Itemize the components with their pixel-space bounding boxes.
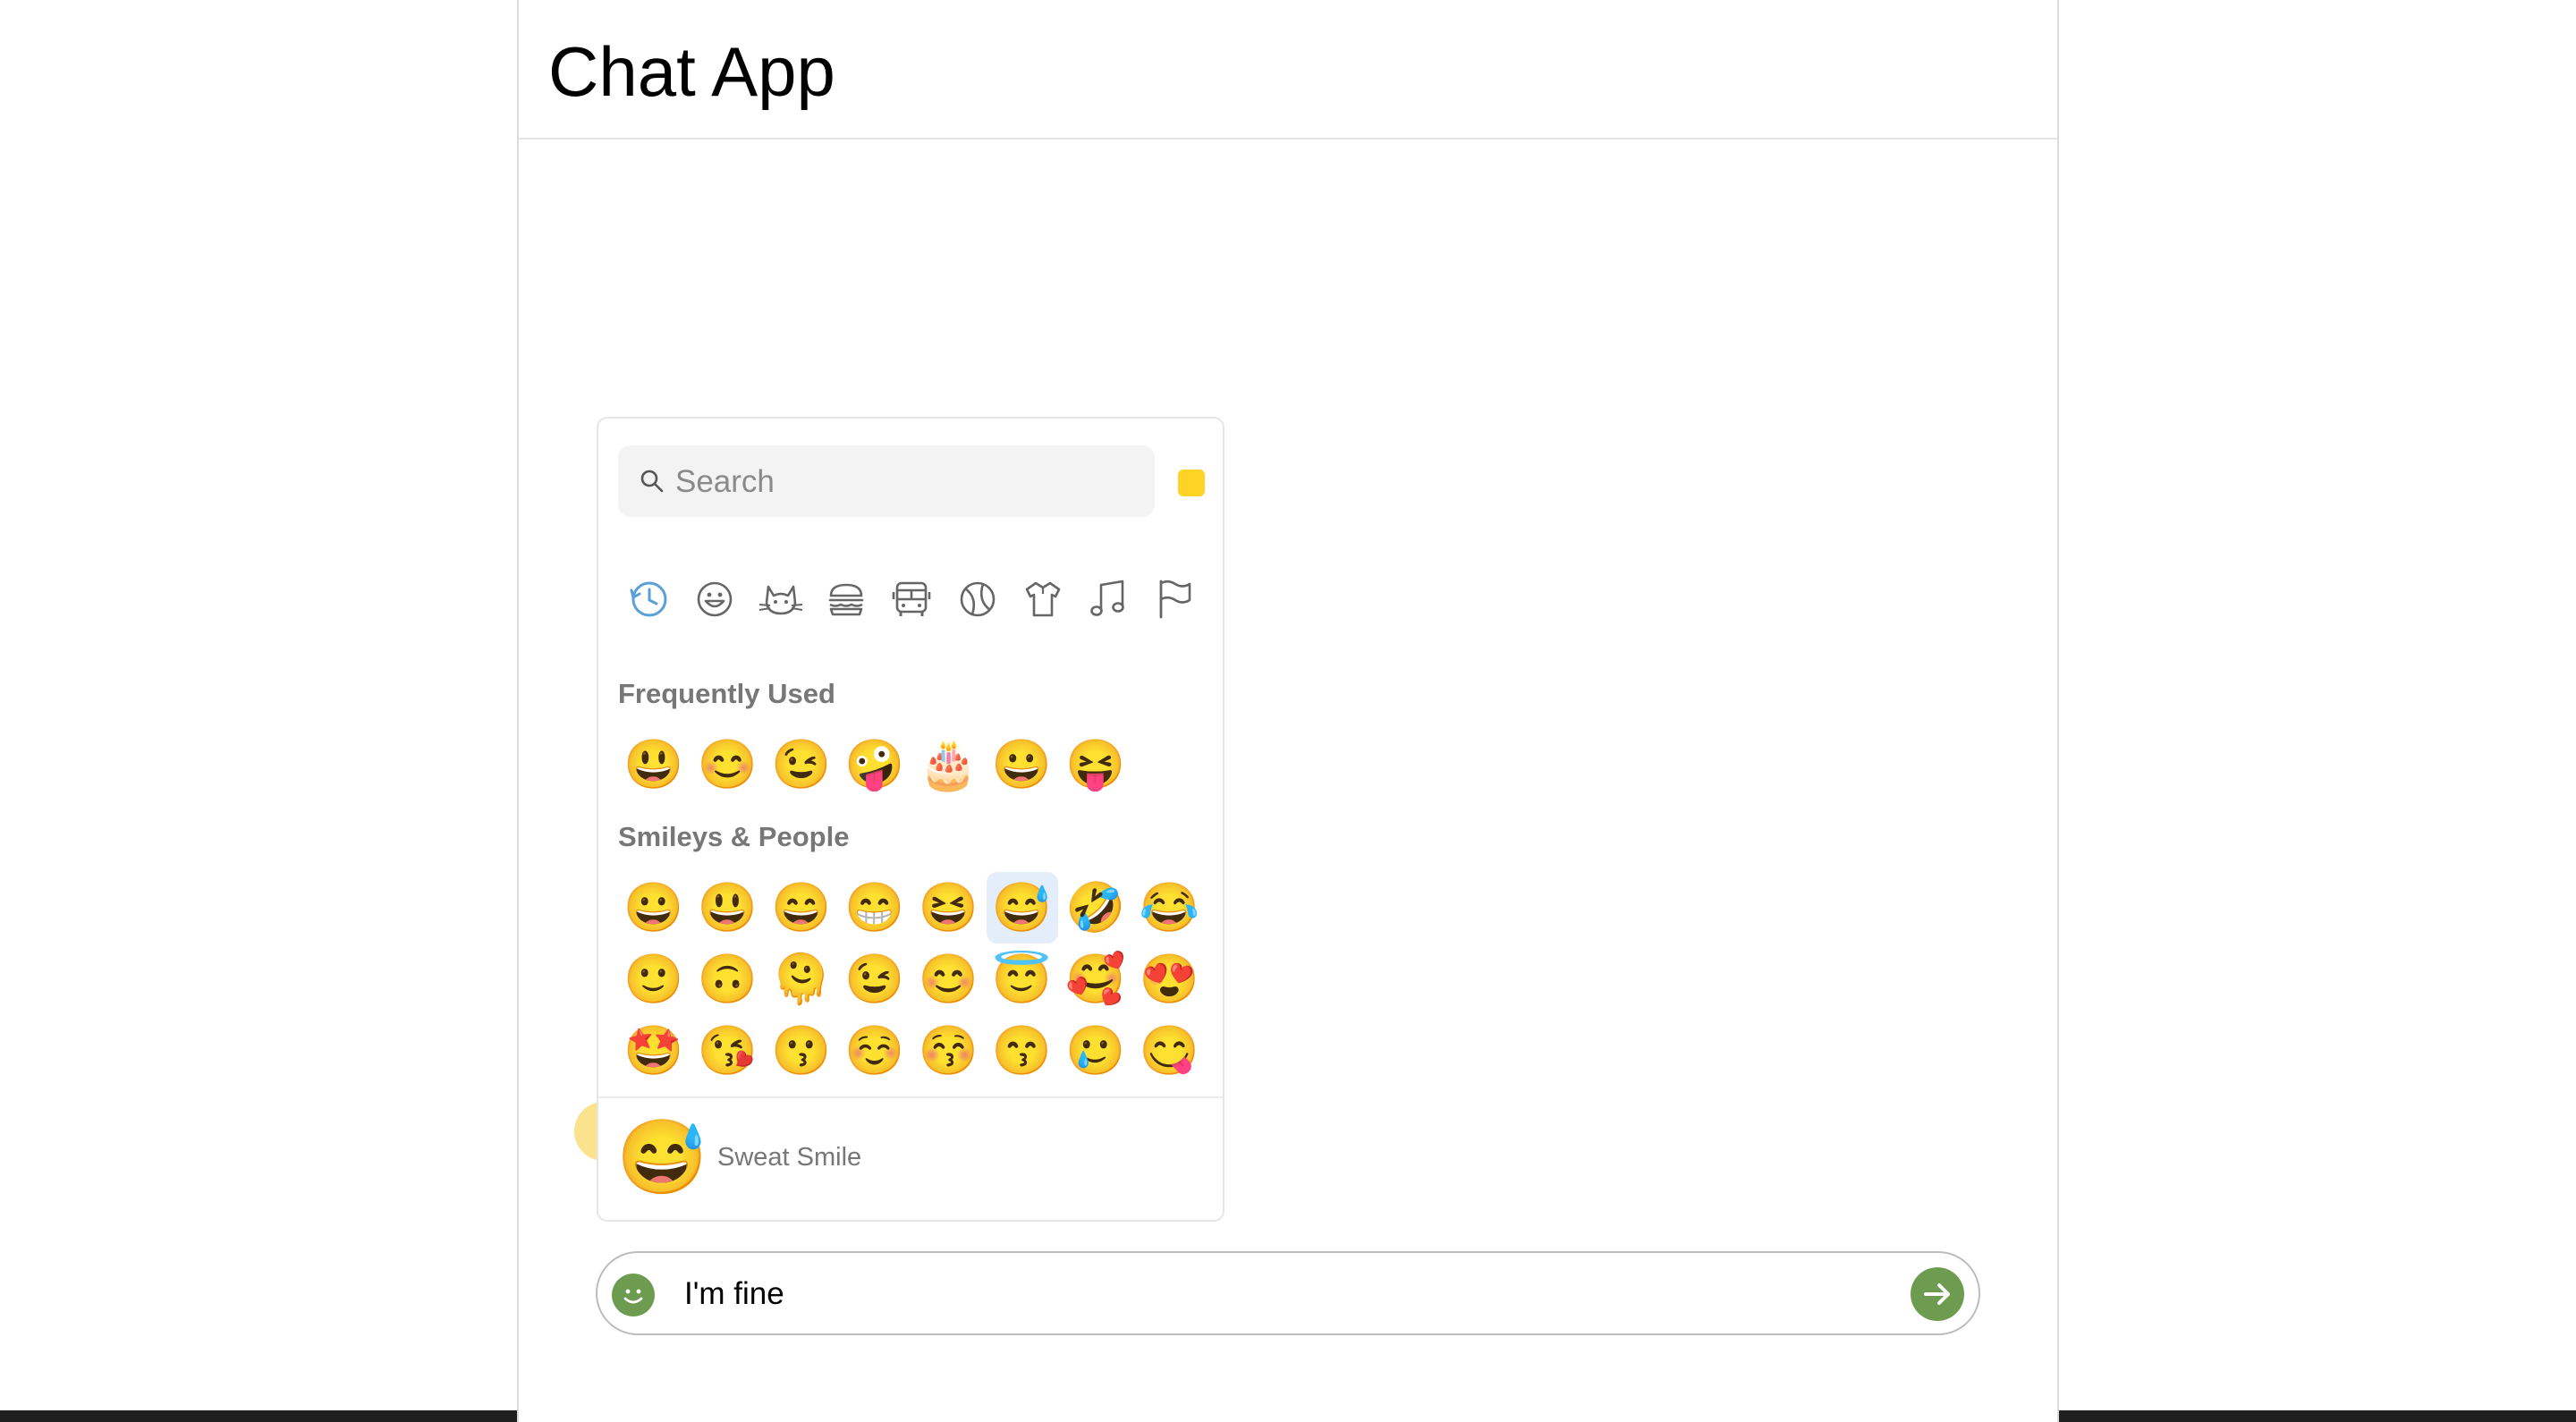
frequently-used-emoji[interactable]: 🤪 — [839, 729, 911, 800]
category-tab-activities[interactable] — [954, 576, 1001, 622]
emoji-toggle-button[interactable] — [612, 1274, 655, 1316]
cat-icon — [758, 585, 802, 615]
ball-icon — [960, 581, 995, 617]
smileys-people-emoji[interactable]: 😇 — [987, 944, 1058, 1015]
shirt-icon — [1025, 581, 1061, 617]
emoji-preview: 😅 Sweat Smile — [598, 1096, 1223, 1220]
app-title: Chat App — [548, 32, 835, 111]
smileys-people-emoji[interactable]: 😊 — [912, 944, 984, 1015]
smileys-people-emoji[interactable]: 😚 — [912, 1015, 984, 1087]
smileys-people-emoji[interactable]: 😆 — [912, 872, 984, 944]
category-tab-frequently-used[interactable] — [626, 576, 673, 622]
smileys-people-emoji[interactable]: 🙃 — [691, 944, 763, 1015]
smileys-people-emoji[interactable]: 🥰 — [1060, 944, 1131, 1015]
category-tab-flags[interactable] — [1150, 576, 1197, 622]
smileys-people-emoji[interactable]: 😍 — [1133, 944, 1205, 1015]
smileys-people-emoji[interactable]: 🤑 — [912, 1087, 984, 1096]
flag-icon — [1159, 580, 1191, 619]
smileys-people-emoji[interactable]: 🫠 — [766, 944, 837, 1015]
section-title-frequently-used: Frequently Used — [618, 678, 835, 709]
smileys-people-emoji[interactable]: 😀 — [618, 872, 690, 944]
frequently-used-emoji[interactable]: 😃 — [618, 729, 690, 800]
smileys-people-emoji[interactable]: 😜 — [691, 1087, 763, 1096]
send-button[interactable] — [1911, 1267, 1964, 1321]
music-note-icon — [1090, 580, 1124, 616]
smileys-people-emoji[interactable]: 🫢 — [1133, 1087, 1205, 1096]
smileys-people-emoji[interactable]: 😝 — [839, 1087, 911, 1096]
emoji-scroll-area[interactable]: Frequently Used Smileys & People 😃 😊 😉 🤪 🎂 😀 😝… — [598, 660, 1223, 1096]
message-input[interactable] — [682, 1265, 1849, 1323]
smileys-people-emoji[interactable]: 😛 — [618, 1087, 690, 1096]
smileys-people-emoji[interactable]: 🥲 — [1060, 1015, 1131, 1087]
arrow-right-icon — [1924, 1283, 1950, 1305]
smileys-people-emoji[interactable]: 🤩 — [618, 1015, 690, 1087]
category-tab-symbols[interactable] — [1085, 576, 1131, 622]
frequently-used-emoji[interactable]: 🎂 — [912, 729, 984, 800]
preview-emoji-name: Sweat Smile — [717, 1143, 862, 1172]
smileys-people-emoji[interactable]: 😗 — [766, 1015, 837, 1087]
smileys-people-emoji[interactable]: 🤗 — [987, 1087, 1058, 1096]
category-tab-objects[interactable] — [1020, 576, 1066, 622]
skin-tone-selector[interactable] — [1178, 470, 1205, 496]
preview-emoji: 😅 — [616, 1117, 708, 1198]
smileys-people-emoji[interactable]: 😂 — [1133, 872, 1205, 944]
search-icon — [640, 470, 664, 493]
smileys-people-emoji[interactable]: 😙 — [987, 1015, 1058, 1087]
category-tab-smileys-people[interactable] — [691, 576, 738, 622]
background-strip — [2059, 1410, 2576, 1422]
smileys-people-emoji[interactable]: 😘 — [691, 1015, 763, 1087]
bus-icon — [892, 581, 931, 616]
frequently-used-emoji[interactable]: 😉 — [766, 729, 837, 800]
smiley-icon — [697, 581, 733, 617]
frequently-used-emoji[interactable]: 😊 — [691, 729, 763, 800]
smileys-people-emoji[interactable]: 😉 — [839, 944, 911, 1015]
smiley-icon — [623, 1289, 643, 1304]
smileys-people-emoji[interactable]: 😃 — [691, 872, 763, 944]
section-title-smileys-people: Smileys & People — [618, 821, 850, 852]
smileys-people-emoji[interactable]: 😄 — [766, 872, 837, 944]
category-tab-food-drink[interactable] — [823, 576, 869, 622]
background-strip — [0, 1410, 518, 1422]
smileys-people-emoji[interactable]: 😁 — [839, 872, 911, 944]
smileys-people-emoji[interactable]: ☺️ — [839, 1015, 911, 1087]
emoji-search-input[interactable] — [674, 445, 1142, 519]
frequently-used-emoji[interactable]: 😝 — [1060, 729, 1131, 800]
smileys-people-emoji[interactable]: 🤭 — [1060, 1087, 1131, 1096]
emoji-picker: Frequently Used Smileys & People 😃😊😉🤪🎂😀😝… — [597, 417, 1224, 1222]
frequently-used-emoji[interactable]: 😀 — [987, 729, 1058, 800]
clock-icon — [630, 581, 667, 617]
message-composer — [596, 1251, 1980, 1335]
smileys-people-emoji[interactable]: 😋 — [1133, 1015, 1205, 1087]
burger-icon — [828, 583, 864, 616]
search-box[interactable] — [618, 445, 1155, 519]
category-tab-animals-nature[interactable] — [758, 576, 804, 622]
smileys-people-emoji[interactable]: 🤣 — [1060, 872, 1131, 944]
app-header: Chat App — [519, 0, 2057, 140]
smileys-people-emoji[interactable]: 🤪 — [766, 1087, 837, 1096]
smileys-people-emoji[interactable]: 😅 — [986, 872, 1058, 944]
category-tab-travel-places[interactable] — [888, 576, 935, 622]
smileys-people-emoji[interactable]: 🙂 — [618, 944, 690, 1015]
